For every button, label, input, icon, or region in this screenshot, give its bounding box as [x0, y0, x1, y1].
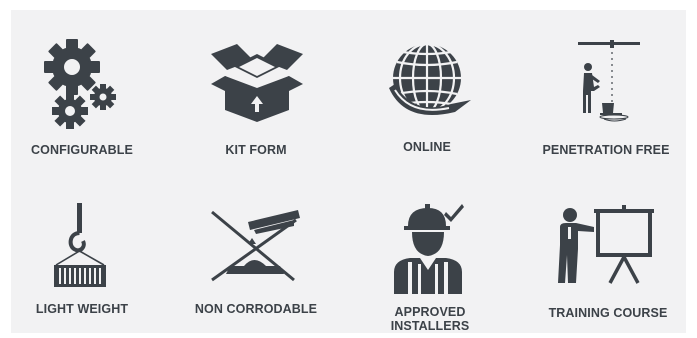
- feature-label: ONLINE: [403, 140, 451, 154]
- globe-icon: [385, 38, 473, 123]
- feature-label: KIT FORM: [225, 143, 287, 157]
- feature-kit-form: KIT FORM: [176, 35, 336, 165]
- feature-label: CONFIGURABLE: [31, 143, 133, 157]
- feature-label: APPROVED INSTALLERS: [390, 305, 470, 333]
- feature-penetration-free: PENETRATION FREE: [526, 35, 686, 165]
- feature-label: NON CORRODABLE: [194, 302, 318, 316]
- presentation-icon: [558, 205, 662, 285]
- feature-label: LIGHT WEIGHT: [35, 302, 129, 316]
- approved-installer-icon: [388, 202, 468, 294]
- feature-approved-installers: APPROVED INSTALLERS: [350, 200, 510, 333]
- feature-label: TRAINING COURSE: [548, 306, 668, 320]
- open-box-icon: [209, 40, 305, 125]
- feature-training-course: TRAINING COURSE: [528, 200, 688, 325]
- no-corrosion-icon: [208, 208, 304, 283]
- feature-light-weight: LIGHT WEIGHT: [2, 200, 162, 325]
- feature-configurable: CONFIGURABLE: [2, 35, 162, 165]
- crane-hook-icon: [50, 203, 110, 291]
- feature-non-corrodable: NON CORRODABLE: [176, 200, 336, 325]
- gears-icon: [40, 35, 120, 130]
- drilling-ceiling-icon: [574, 35, 644, 125]
- feature-online: ONLINE: [347, 35, 507, 165]
- feature-label: PENETRATION FREE: [542, 143, 670, 157]
